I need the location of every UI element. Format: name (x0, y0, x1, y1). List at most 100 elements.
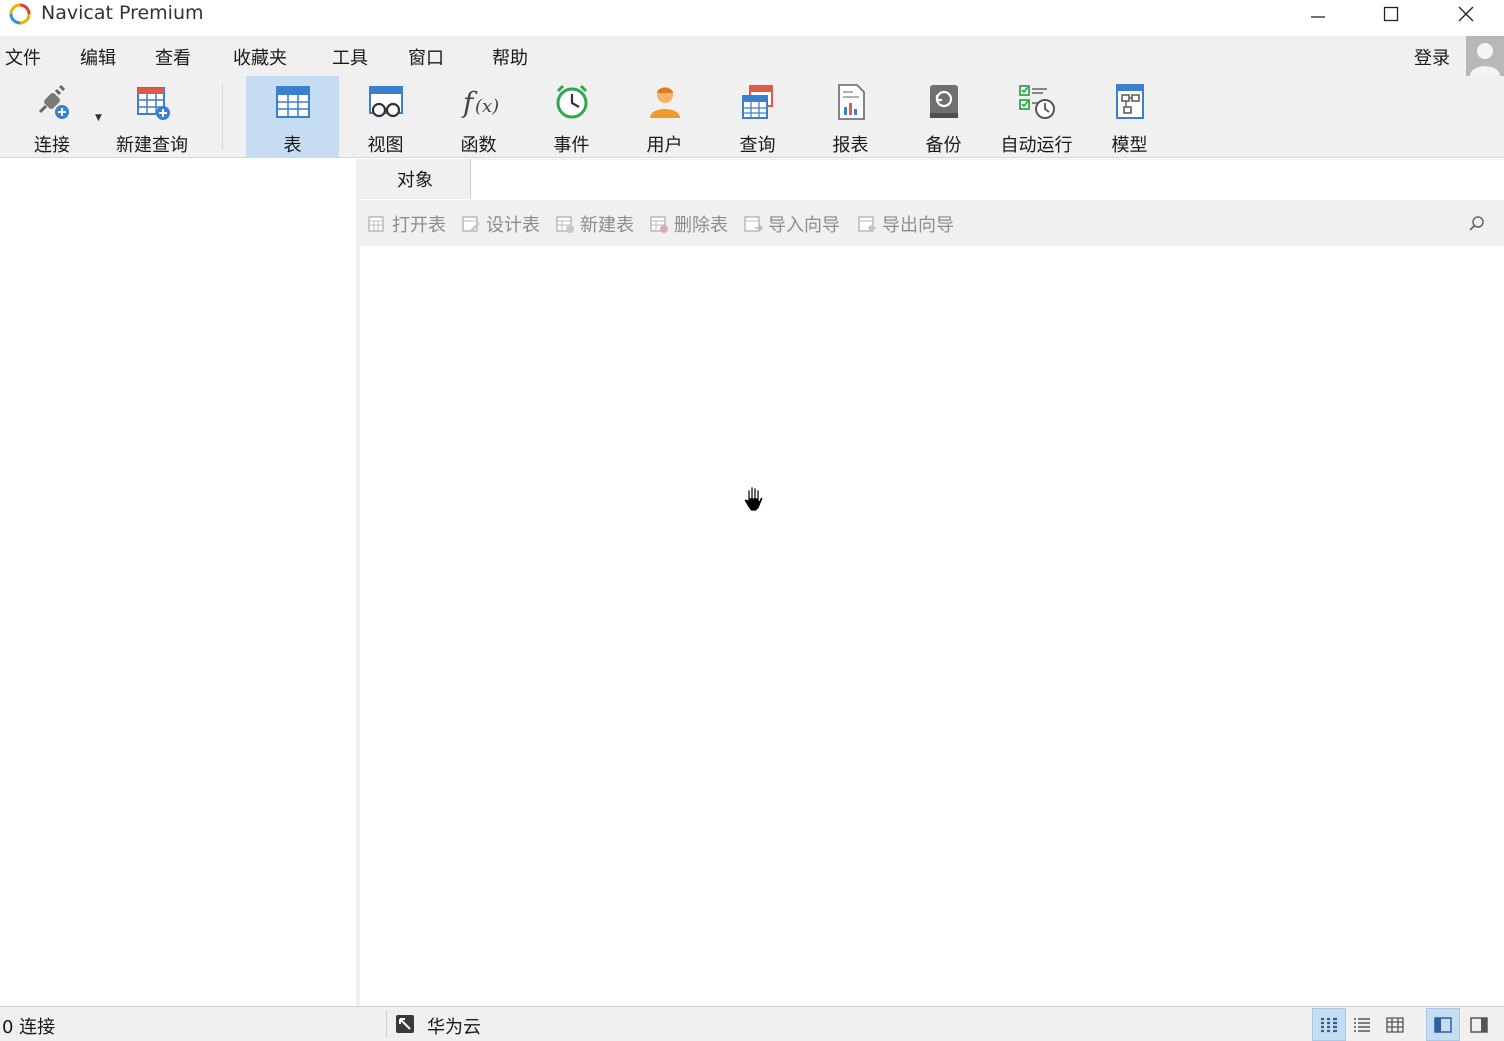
model-button[interactable]: 模型 (1083, 76, 1176, 157)
status-bar: 0 连接 华为云 (0, 1006, 1504, 1041)
user-silhouette-icon (1470, 43, 1500, 76)
automation-button[interactable]: 自动运行 (990, 76, 1083, 157)
toolbar-label: 新建查询 (116, 135, 188, 156)
function-icon: f (x) (459, 82, 499, 122)
tab-strip-empty (471, 160, 1504, 199)
toolbar-label: 连接 (34, 135, 70, 156)
automation-icon (1017, 82, 1057, 122)
toolbar-label: 表 (283, 135, 302, 156)
show-info-pane-button[interactable] (1462, 1008, 1496, 1041)
maximize-button[interactable] (1361, 0, 1421, 28)
close-button[interactable] (1436, 0, 1496, 28)
hand-cursor-icon (743, 486, 764, 512)
right-pane-icon (1470, 1016, 1488, 1033)
export-wizard-button[interactable]: 导出向导 (857, 213, 954, 236)
main-toolbar: 连接 ▼ 新建查询 表 视图 f (x) 函数 事件 用户 查询 报表 备份 自… (0, 76, 1504, 158)
toolbar-label: 事件 (553, 135, 590, 156)
object-toolbar: 打开表 设计表 新建表 删除表 导入向导 导出向导 (360, 200, 1504, 246)
function-button[interactable]: f (x) 函数 (432, 76, 525, 157)
search-icon[interactable] (1468, 215, 1486, 233)
user-button[interactable]: 用户 (618, 76, 711, 157)
import-wizard-label: 导入向导 (768, 215, 840, 236)
import-wizard-button[interactable]: 导入向导 (743, 213, 840, 236)
tab-objects[interactable]: 对象 (360, 159, 471, 199)
delete-table-button[interactable]: 删除表 (649, 213, 728, 236)
open-table-label: 打开表 (392, 215, 446, 236)
open-table-icon (368, 216, 384, 232)
menu-view[interactable]: 查看 (155, 44, 191, 70)
model-icon (1110, 82, 1150, 122)
svg-text:(x): (x) (475, 96, 499, 117)
new-query-icon (132, 82, 172, 122)
event-clock-icon (552, 82, 592, 122)
tab-bar: 对象 (360, 159, 1504, 199)
toolbar-label: 模型 (1111, 135, 1148, 156)
toolbar-label: 备份 (925, 135, 962, 156)
menu-file[interactable]: 文件 (5, 44, 41, 70)
object-list-area[interactable] (360, 246, 1504, 1006)
export-wizard-label: 导出向导 (882, 215, 954, 236)
report-icon (831, 82, 871, 122)
menu-tools[interactable]: 工具 (332, 44, 368, 70)
toolbar-label: 函数 (460, 135, 497, 156)
toolbar-label: 视图 (367, 135, 404, 156)
report-button[interactable]: 报表 (804, 76, 897, 157)
window-title: Navicat Premium (41, 2, 204, 24)
plug-add-icon (32, 82, 72, 122)
cloud-label[interactable]: 华为云 (427, 1013, 481, 1039)
toolbar-label: 报表 (832, 135, 869, 156)
chevron-down-icon[interactable]: ▼ (95, 113, 102, 123)
new-query-button[interactable]: 新建查询 (106, 76, 198, 157)
delete-table-label: 删除表 (674, 215, 728, 236)
export-wizard-icon (858, 216, 876, 232)
toolbar-label: 用户 (646, 135, 683, 156)
avatar[interactable] (1466, 36, 1504, 76)
table-icon (273, 82, 313, 122)
detail-view-button[interactable] (1345, 1008, 1379, 1041)
backup-icon (924, 82, 964, 122)
open-table-button[interactable]: 打开表 (367, 213, 446, 236)
delete-table-icon (650, 216, 668, 233)
close-icon (1458, 6, 1474, 22)
login-link[interactable]: 登录 (1414, 44, 1450, 70)
connection-tree-panel[interactable] (0, 159, 356, 1006)
toolbar-divider (222, 84, 223, 150)
view-button[interactable]: 视图 (339, 76, 432, 157)
er-view-button[interactable] (1378, 1008, 1412, 1041)
new-table-button[interactable]: 新建表 (555, 213, 634, 236)
connect-button[interactable]: 连接 (12, 76, 92, 157)
menu-edit[interactable]: 编辑 (80, 44, 116, 70)
toolbar-label: 自动运行 (1000, 135, 1073, 156)
navicat-logo-icon (9, 3, 31, 25)
minimize-button[interactable] (1288, 0, 1348, 28)
grid-view-icon (1386, 1016, 1404, 1033)
table-button[interactable]: 表 (246, 76, 339, 157)
list-view-icon (1321, 1017, 1337, 1032)
toolbar-label: 查询 (739, 135, 776, 156)
backup-button[interactable]: 备份 (897, 76, 990, 157)
new-table-label: 新建表 (580, 215, 634, 236)
design-table-button[interactable]: 设计表 (461, 213, 540, 236)
maximize-icon (1383, 6, 1399, 22)
menu-window[interactable]: 窗口 (408, 44, 444, 70)
status-divider (386, 1010, 387, 1038)
cloud-icon (396, 1015, 414, 1033)
menu-bar: 文件 编辑 查看 收藏夹 工具 窗口 帮助 登录 (0, 36, 1504, 76)
design-table-icon (462, 216, 480, 232)
query-button[interactable]: 查询 (711, 76, 804, 157)
design-table-label: 设计表 (486, 215, 540, 236)
title-bar: Navicat Premium (0, 0, 1504, 28)
user-icon (645, 82, 685, 122)
menu-favorites[interactable]: 收藏夹 (233, 44, 287, 70)
left-pane-icon (1434, 1016, 1452, 1033)
import-wizard-icon (744, 216, 763, 232)
detail-view-icon (1354, 1017, 1370, 1032)
list-view-button[interactable] (1312, 1008, 1346, 1041)
view-icon (366, 82, 406, 122)
new-table-icon (556, 216, 574, 233)
menu-help[interactable]: 帮助 (492, 44, 528, 70)
connection-count: 0 连接 (2, 1017, 56, 1038)
query-icon (738, 82, 778, 122)
show-nav-pane-button[interactable] (1426, 1008, 1460, 1041)
event-button[interactable]: 事件 (525, 76, 618, 157)
